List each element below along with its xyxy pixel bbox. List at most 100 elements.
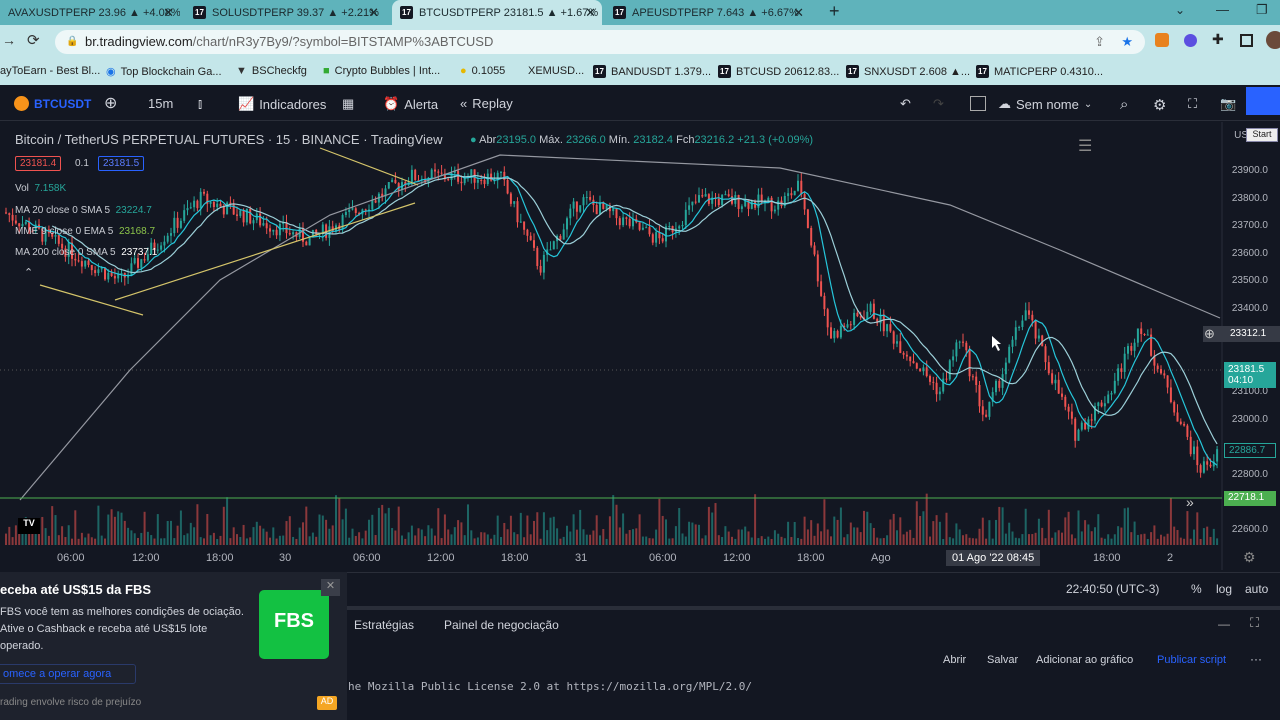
candle-body — [100, 268, 103, 270]
interval-button[interactable]: 15m — [148, 96, 173, 111]
tradingview-logo-icon[interactable]: TV — [18, 518, 40, 534]
minimize-panel-icon[interactable]: — — [1218, 617, 1230, 631]
new-tab-button[interactable]: + — [829, 1, 840, 22]
publish-button[interactable] — [1246, 87, 1280, 115]
fbs-logo: FBS — [259, 590, 329, 659]
layout-name-button[interactable]: ☁ Sem nome ⌄ — [998, 96, 1092, 112]
url-input[interactable]: 🔒 br.tradingview.com/chart/nR3y7By9/?symb… — [55, 30, 1145, 54]
candle-body — [391, 179, 394, 183]
forward-icon[interactable]: → — [2, 32, 16, 48]
bookmark-item[interactable]: ■ Crypto Bubbles | Int... — [323, 65, 440, 77]
reload-icon[interactable]: ⟳ — [27, 31, 40, 49]
candle-body — [1074, 418, 1077, 441]
volume-bar — [665, 519, 667, 545]
bookmark-item[interactable]: 17 MATICPERP 0.4310... — [976, 65, 1103, 78]
axis-settings-gear-icon[interactable]: ⚙ — [1243, 549, 1256, 566]
volume-bar — [698, 524, 700, 545]
alert-button[interactable]: ⏰ Alerta — [383, 96, 438, 112]
extension-icon[interactable] — [1184, 34, 1197, 47]
bookmark-item[interactable]: ◉ Top Blockchain Ga... — [106, 65, 222, 79]
sell-button[interactable]: 23181.4 — [15, 156, 62, 171]
volume-bar — [440, 538, 443, 545]
indicators-button[interactable]: 📈 Indicadores — [238, 96, 326, 112]
collapse-legend-icon[interactable]: ⌃ — [24, 266, 33, 279]
browser-tab[interactable]: 17 SOLUSDTPERP 39.37 ▲ +2.21% ✕ — [185, 0, 385, 25]
volume-bar — [137, 537, 139, 545]
camera-icon[interactable]: 📷 — [1220, 96, 1236, 112]
close-icon[interactable]: ✕ — [163, 5, 174, 21]
bookmark-item[interactable]: 17 BANDUSDT 1.379... — [593, 65, 711, 78]
volume-bar — [783, 538, 786, 545]
bookmark-item[interactable]: 17 BTCUSD 20612.83... — [718, 65, 839, 78]
price-chart[interactable] — [0, 122, 1280, 570]
candle-body — [1064, 396, 1067, 407]
publish-script-button[interactable]: Publicar script — [1157, 654, 1226, 666]
layout-square-icon[interactable] — [970, 96, 986, 111]
bookmark-item[interactable]: ● 0.1055 — [460, 65, 505, 77]
tab-strategies[interactable]: Estratégias — [354, 618, 414, 632]
search-icon[interactable]: ⌕ — [1120, 96, 1128, 113]
add-alert-plus-icon[interactable]: ⊕ — [1204, 326, 1215, 342]
candle-body — [1206, 461, 1209, 465]
volume-bar — [209, 535, 212, 545]
replay-button[interactable]: «Replay — [460, 96, 513, 111]
extensions-puzzle-icon[interactable]: ✚ — [1212, 31, 1224, 48]
candle-body — [579, 205, 582, 212]
compare-add-icon[interactable]: ⊕ — [104, 93, 117, 113]
gear-icon[interactable]: ⚙ — [1153, 96, 1166, 114]
fullscreen-icon[interactable]: ⛶ — [1188, 96, 1197, 112]
volume-bar — [612, 495, 615, 545]
candles-style-icon[interactable]: ⫾ — [198, 96, 202, 112]
candle-body — [262, 223, 265, 226]
templates-grid-icon[interactable]: ▦ — [342, 96, 354, 112]
browser-tab-active[interactable]: 17 BTCUSDTPERP 23181.5 ▲ +1.67% ✕ — [392, 0, 602, 25]
auto-toggle[interactable]: auto — [1245, 582, 1268, 596]
percent-toggle[interactable]: % — [1191, 582, 1202, 596]
browser-tab[interactable]: AVAXUSDTPERP 23.96 ▲ +4.08% ✕ — [0, 0, 180, 25]
undo-icon[interactable]: ↶ — [900, 96, 911, 112]
metamask-extension-icon[interactable] — [1155, 33, 1169, 47]
candle-body — [737, 195, 740, 209]
bookmark-item[interactable]: ayToEarn - Best Bl... — [0, 65, 100, 77]
object-tree-icon[interactable]: ☰ — [1078, 136, 1092, 156]
browser-tab[interactable]: 17 APEUSDTPERP 7.643 ▲ +6.67% ✕ — [605, 0, 810, 25]
symbol-search-button[interactable]: BTCUSDT — [14, 96, 91, 111]
volume-bar — [117, 511, 120, 545]
maximize-button[interactable]: ❐ — [1256, 2, 1268, 18]
close-icon[interactable]: ✕ — [368, 5, 379, 21]
redo-icon[interactable]: ↷ — [933, 96, 944, 112]
start-button[interactable]: Start — [1246, 128, 1278, 142]
open-script-button[interactable]: Abrir — [943, 654, 966, 666]
volume-bar — [833, 516, 836, 545]
tab-trading-panel[interactable]: Painel de negociação — [444, 618, 559, 632]
add-to-chart-button[interactable]: Adicionar ao gráfico — [1036, 654, 1133, 666]
volume-bar — [830, 536, 832, 545]
bookmark-star-icon[interactable]: ★ — [1121, 30, 1133, 54]
code-editor-line[interactable]: he Mozilla Public License 2.0 at https:/… — [348, 680, 752, 693]
bookmark-item[interactable]: XEMUSD... — [528, 65, 584, 77]
close-icon[interactable]: ✕ — [585, 5, 596, 21]
ad-cta-button[interactable]: omece a operar agora — [0, 664, 136, 684]
profile-avatar[interactable] — [1266, 31, 1280, 49]
volume-bar — [467, 504, 469, 545]
volume-bar — [28, 533, 31, 545]
log-toggle[interactable]: log — [1216, 582, 1232, 596]
more-options-icon[interactable]: ··· — [1250, 652, 1262, 666]
scroll-to-realtime-icon[interactable]: » — [1186, 494, 1194, 510]
minimize-button[interactable]: — — [1216, 2, 1229, 17]
sidebar-icon[interactable] — [1240, 34, 1253, 47]
candle-body — [1143, 334, 1146, 336]
bookmark-item[interactable]: ▼ BSCheckfg — [236, 65, 307, 77]
candle-body — [773, 209, 776, 212]
close-ad-icon[interactable]: ✕ — [321, 579, 340, 596]
bookmark-item[interactable]: 17 SNXUSDT 2.608 ▲... — [846, 65, 970, 78]
share-icon[interactable]: ⇪ — [1094, 30, 1105, 54]
buy-button[interactable]: 23181.5 — [98, 156, 145, 171]
volume-bar — [635, 528, 638, 545]
save-script-button[interactable]: Salvar — [987, 654, 1018, 666]
candle-body — [549, 249, 552, 251]
candle-body — [760, 194, 763, 204]
close-icon[interactable]: ✕ — [793, 5, 804, 21]
maximize-panel-icon[interactable]: ⛶ — [1250, 615, 1259, 631]
tab-search-chevron-icon[interactable]: ⌄ — [1175, 3, 1185, 17]
